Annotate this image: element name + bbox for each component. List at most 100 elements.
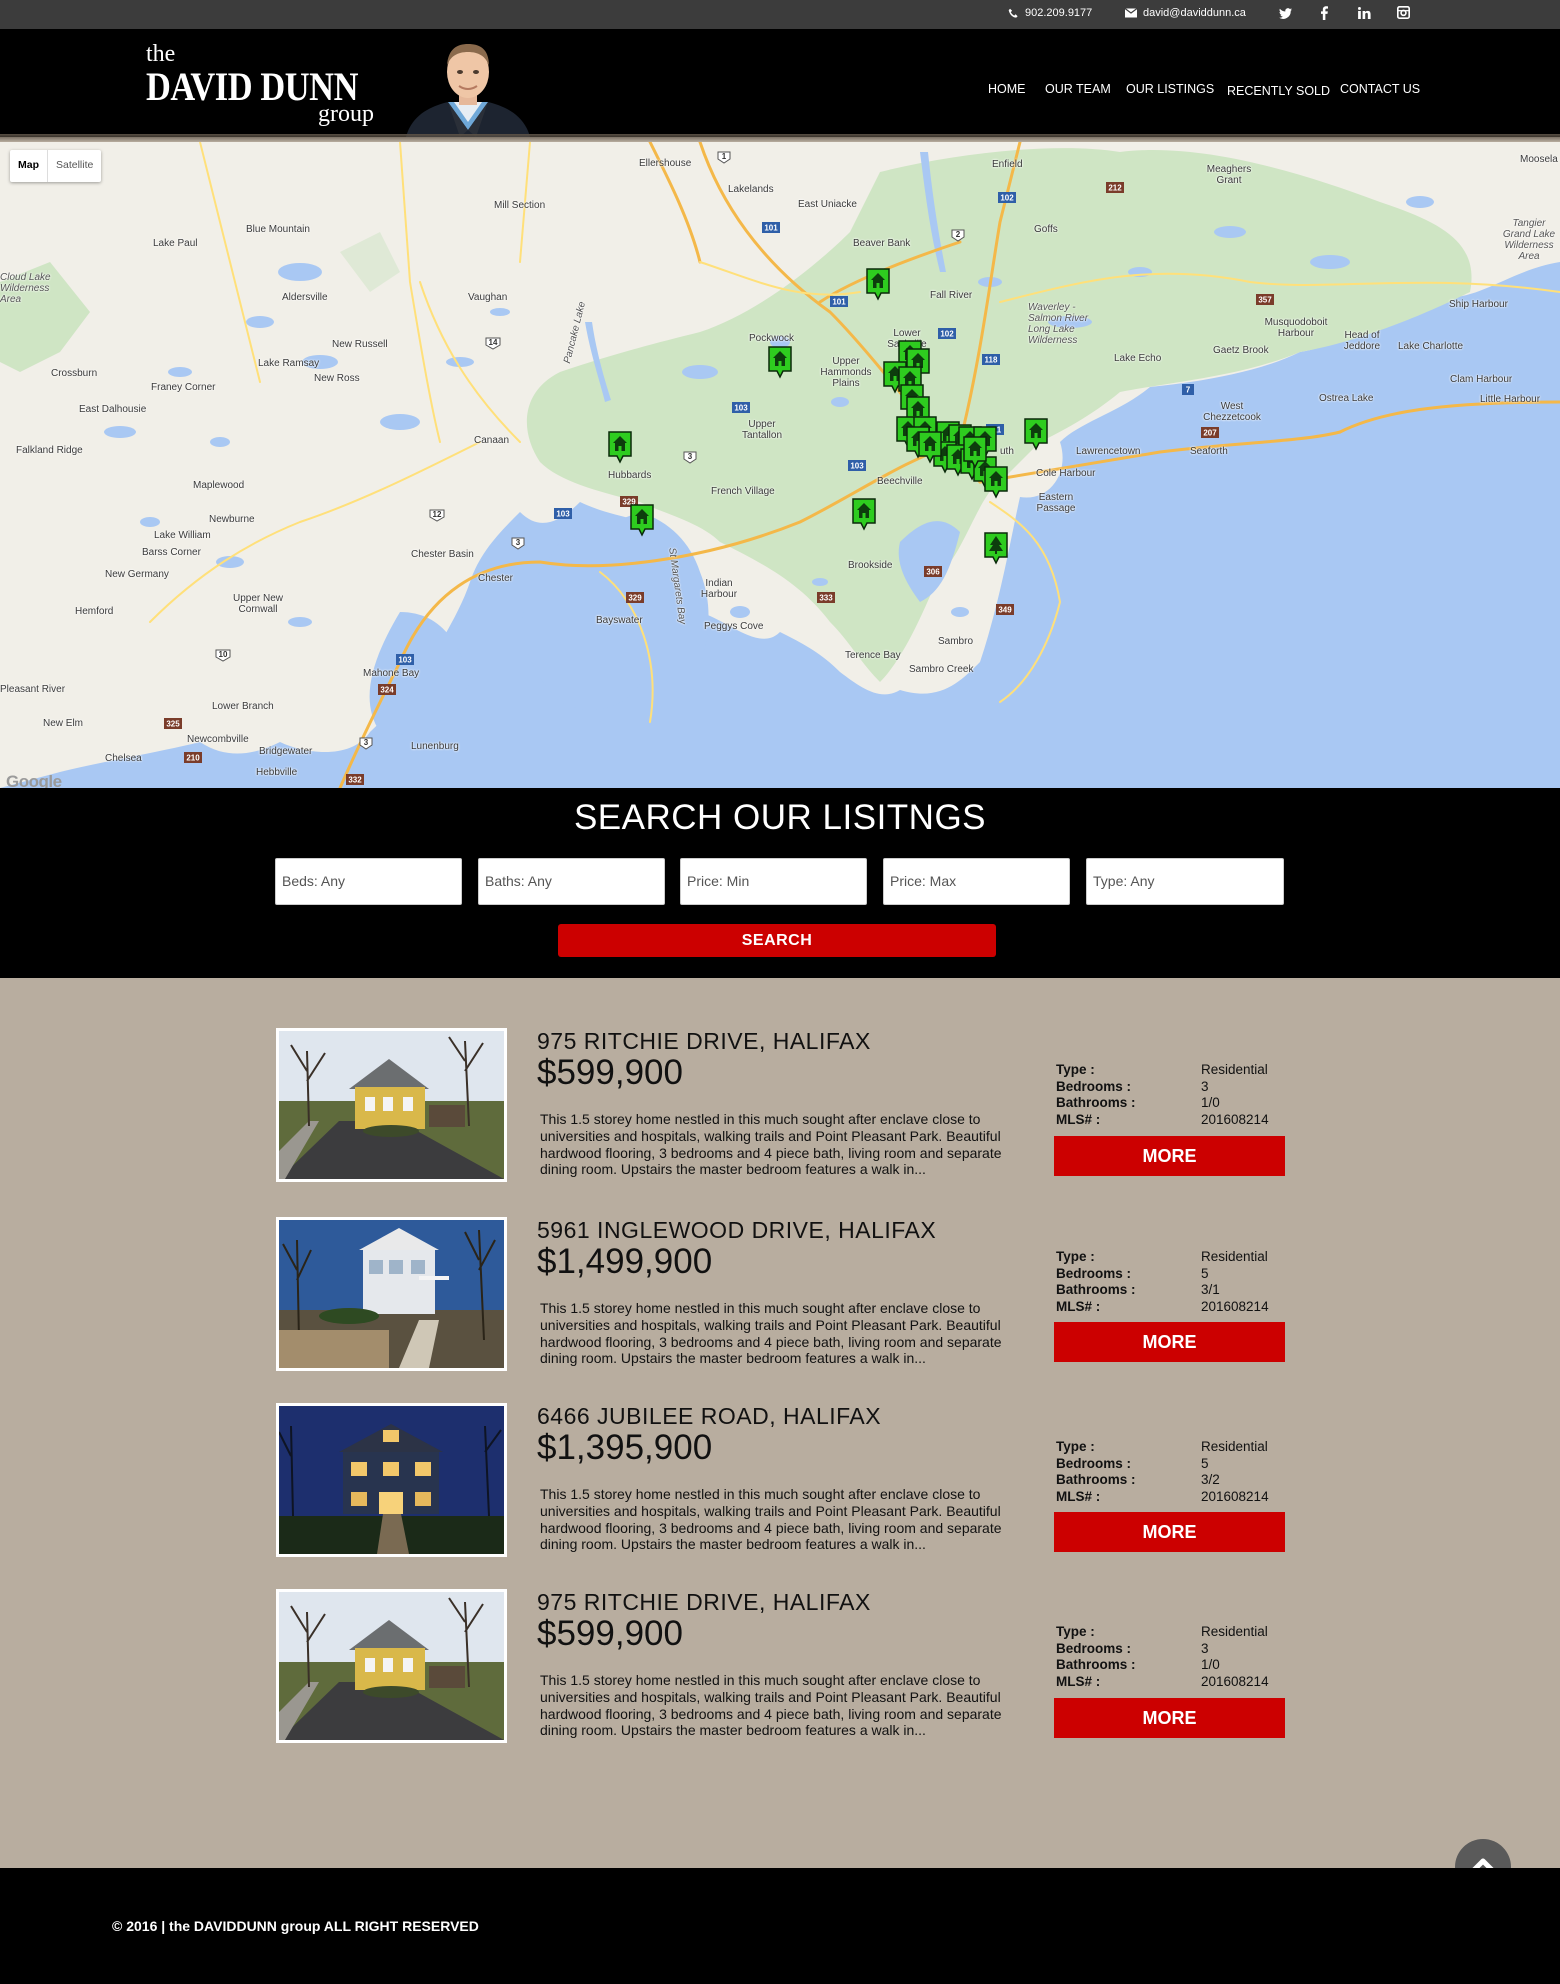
listing-address[interactable]: 975 RITCHIE DRIVE, HALIFAX — [537, 1589, 871, 1616]
facebook-icon[interactable] — [1321, 6, 1328, 20]
phone-contact[interactable]: 902.209.9177 — [1008, 7, 1092, 19]
more-button[interactable]: MORE — [1054, 1136, 1285, 1176]
map-marker-house[interactable] — [851, 497, 877, 531]
agent-portrait — [404, 34, 532, 137]
listing-photo[interactable] — [276, 1028, 507, 1182]
map-marker-house[interactable] — [962, 435, 988, 469]
map-place-label: Chester — [478, 573, 514, 584]
map-place-label: Beechville — [877, 476, 923, 487]
search-button[interactable]: SEARCH — [558, 924, 996, 957]
spec-bathrooms-value: 3/2 — [1201, 1472, 1220, 1487]
spec-type-label: Type : — [1056, 1249, 1095, 1264]
phone-number: 902.209.9177 — [1025, 7, 1093, 19]
spec-bathrooms-value: 3/1 — [1201, 1282, 1220, 1297]
listing-photo[interactable] — [276, 1403, 507, 1557]
map-place-label: Franey Corner — [151, 382, 216, 393]
map-place-label: Terence Bay — [845, 650, 901, 661]
baths-select[interactable]: Baths: Any — [478, 858, 665, 905]
phone-icon — [1008, 8, 1018, 18]
map-type-toggle[interactable]: Map Satellite — [10, 150, 102, 182]
nav-our-team[interactable]: OUR TEAM — [1045, 82, 1111, 96]
more-button[interactable]: MORE — [1054, 1512, 1285, 1552]
beds-select[interactable]: Beds: Any — [275, 858, 462, 905]
svg-text:332: 332 — [348, 776, 362, 785]
more-button[interactable]: MORE — [1054, 1698, 1285, 1738]
map-marker-house[interactable] — [629, 503, 655, 537]
map-place-label: New Elm — [43, 718, 84, 729]
map-place-label: New Russell — [332, 339, 388, 350]
spec-type-value: Residential — [1201, 1062, 1268, 1077]
svg-text:10: 10 — [219, 650, 228, 659]
envelope-icon — [1125, 8, 1137, 18]
spec-mls-value: 201608214 — [1201, 1673, 1269, 1689]
map-place-label: Eastern Passage — [1036, 492, 1076, 514]
map-place-label: Newcombville — [187, 734, 249, 745]
map-place-label: Ellershouse — [639, 158, 692, 169]
map-place-label: Lower Branch — [212, 701, 274, 712]
svg-text:306: 306 — [926, 568, 940, 577]
nav-recently-sold[interactable]: RECENTLY SOLD — [1227, 84, 1330, 98]
map-place-label: Maplewood — [193, 480, 245, 491]
svg-text:207: 207 — [1203, 429, 1217, 438]
listing-address[interactable]: 5961 INGLEWOOD DRIVE, HALIFAX — [537, 1217, 936, 1244]
site-header: the DAVID DUNN group HOME OUR TEAM OUR L… — [0, 29, 1560, 137]
map-place-label: Mill Section — [494, 200, 546, 211]
map-place-label: Enfield — [992, 159, 1023, 170]
instagram-icon[interactable] — [1397, 6, 1410, 19]
map-marker-land[interactable] — [983, 531, 1009, 565]
nav-home[interactable]: HOME — [988, 82, 1026, 96]
house-icon — [768, 346, 792, 379]
map-place-label: Ship Harbour — [1449, 299, 1508, 310]
spec-bathrooms-value: 1/0 — [1201, 1095, 1220, 1110]
svg-text:103: 103 — [734, 404, 748, 413]
svg-text:3: 3 — [364, 738, 369, 747]
map-place-label: Seaforth — [1190, 446, 1228, 457]
twitter-icon[interactable] — [1279, 8, 1292, 19]
map-place-label: New Ross — [314, 373, 360, 384]
map-place-label: Lake Ramsay — [258, 358, 320, 369]
nav-contact-us[interactable]: CONTACT US — [1340, 82, 1420, 96]
map-place-label: East Dalhousie — [79, 404, 147, 415]
svg-text:101: 101 — [764, 224, 778, 233]
map-place-label: Upper Hammonds Plains — [820, 356, 872, 389]
map-place-label: Waverley - Salmon River Long Lake Wilder… — [1028, 302, 1089, 346]
price-max-select[interactable]: Price: Max — [883, 858, 1070, 905]
map-place-label: Lakelands — [728, 184, 774, 195]
house-icon — [608, 431, 632, 464]
spec-type-label: Type : — [1056, 1439, 1095, 1454]
more-button[interactable]: MORE — [1054, 1322, 1285, 1362]
listing-photo[interactable] — [276, 1217, 507, 1371]
email-address: david@daviddunn.ca — [1143, 7, 1246, 19]
map-place-label: Lake William — [154, 530, 211, 541]
listing-price: $1,499,900 — [537, 1242, 713, 1281]
tree-icon — [984, 532, 1008, 565]
map-marker-house[interactable] — [1023, 417, 1049, 451]
listing-specs: Type : Residential Bedrooms : 3 Bathrooms … — [1056, 1062, 1296, 1128]
map-place-label: Aldersville — [282, 292, 328, 303]
map-marker-house[interactable] — [917, 430, 943, 464]
map-marker-house[interactable] — [767, 345, 793, 379]
svg-text:212: 212 — [1108, 184, 1122, 193]
map-place-label: West Chezzetcook — [1203, 401, 1261, 423]
nav-our-listings[interactable]: OUR LISTINGS — [1126, 82, 1214, 96]
map-marker-house[interactable] — [983, 465, 1009, 499]
spec-bathrooms-label: Bathrooms : — [1056, 1282, 1136, 1297]
map-marker-house[interactable] — [865, 267, 891, 301]
listing-card: 975 RITCHIE DRIVE, HALIFAX $599,900 This… — [0, 1028, 1560, 1188]
linkedin-icon[interactable] — [1358, 7, 1371, 19]
listing-photo[interactable] — [276, 1589, 507, 1743]
spec-bathrooms-label: Bathrooms : — [1056, 1472, 1136, 1487]
map-button[interactable]: Map — [10, 150, 47, 182]
listing-address[interactable]: 6466 JUBILEE ROAD, HALIFAX — [537, 1403, 881, 1430]
spec-type-label: Type : — [1056, 1062, 1095, 1077]
listing-description: This 1.5 storey home nestled in this muc… — [540, 1300, 1002, 1367]
type-select[interactable]: Type: Any — [1086, 858, 1284, 905]
map-marker-house[interactable] — [607, 430, 633, 464]
listings-map[interactable]: 102 212 101 101 102 357 7 118 103 103 10… — [0, 142, 1560, 788]
email-contact[interactable]: david@daviddunn.ca — [1125, 7, 1246, 19]
listing-address[interactable]: 975 RITCHIE DRIVE, HALIFAX — [537, 1028, 871, 1055]
price-min-select[interactable]: Price: Min — [680, 858, 867, 905]
map-place-label: Bridgewater — [259, 746, 313, 757]
satellite-button[interactable]: Satellite — [47, 150, 101, 182]
map-place-label: New Germany — [105, 569, 169, 580]
